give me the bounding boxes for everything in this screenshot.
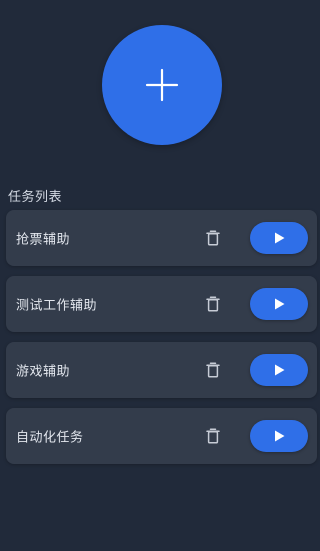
run-task-button[interactable] xyxy=(250,420,308,452)
task-name: 自动化任务 xyxy=(16,430,84,446)
play-icon xyxy=(274,295,285,314)
task-name: 抢票辅助 xyxy=(16,232,71,248)
task-item: 游戏辅助 xyxy=(6,342,317,398)
task-name: 测试工作辅助 xyxy=(16,298,98,314)
play-icon xyxy=(274,427,285,446)
task-name: 游戏辅助 xyxy=(16,364,71,380)
trash-icon[interactable] xyxy=(205,427,221,445)
play-icon xyxy=(274,229,285,248)
trash-icon[interactable] xyxy=(205,229,221,247)
run-task-button[interactable] xyxy=(250,354,308,386)
trash-icon[interactable] xyxy=(205,361,221,379)
run-task-button[interactable] xyxy=(250,288,308,320)
play-icon xyxy=(274,361,285,380)
trash-icon[interactable] xyxy=(205,295,221,313)
add-task-button[interactable] xyxy=(102,25,222,145)
task-item: 抢票辅助 xyxy=(6,210,317,266)
task-list: 抢票辅助 测试工作辅助 游戏辅助 自动化任务 xyxy=(6,210,317,474)
run-task-button[interactable] xyxy=(250,222,308,254)
task-item: 测试工作辅助 xyxy=(6,276,317,332)
task-screen: 任务列表 抢票辅助 测试工作辅助 游戏辅助 自动化任务 xyxy=(0,0,318,551)
task-list-title: 任务列表 xyxy=(8,190,63,205)
task-item: 自动化任务 xyxy=(6,408,317,464)
plus-icon xyxy=(145,68,179,102)
